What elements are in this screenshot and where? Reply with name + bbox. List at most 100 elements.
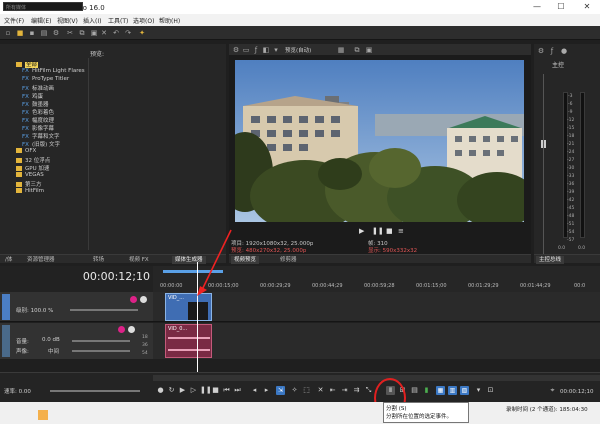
tree-item-all[interactable]: 全部	[16, 60, 39, 68]
audio-mute-icon[interactable]	[128, 326, 135, 333]
prev-frame-icon[interactable]: ◂	[250, 386, 259, 395]
track-fx-icon[interactable]	[130, 296, 137, 303]
audio-fx-icon[interactable]	[118, 326, 125, 333]
record-icon[interactable]: ●	[156, 386, 165, 395]
audio-track-header[interactable]: 音量: 0.0 dB 声像: 中间 18 36 54	[0, 323, 153, 359]
tree-item-folder[interactable]: 32 位浮点	[16, 156, 50, 164]
media-search-field[interactable]: 所有媒体	[3, 2, 83, 11]
trim-start-icon[interactable]: ⇤	[328, 386, 337, 395]
lock-icon[interactable]: ▤	[410, 386, 419, 395]
menu-help[interactable]: 帮助(H)	[159, 16, 180, 25]
video-track-header[interactable]: 级别: 100.0 %	[0, 292, 153, 322]
audio-event-clip[interactable]: VID_0...	[165, 324, 212, 358]
tree-item-fx[interactable]: FX 鸡蛋	[22, 92, 43, 100]
master-fx-icon[interactable]: ƒ	[548, 47, 556, 55]
preview-stop-icon[interactable]: ■	[386, 227, 393, 235]
tree-item-folder[interactable]: HitFilm	[16, 188, 44, 195]
menu-edit[interactable]: 编辑(E)	[31, 16, 51, 25]
rate-slider[interactable]	[50, 390, 140, 392]
next-frame-icon[interactable]: ▸	[262, 386, 271, 395]
properties-gear-icon[interactable]: ⚙	[52, 29, 60, 37]
menu-options[interactable]: 选项(O)	[133, 16, 154, 25]
selection-tool-icon[interactable]: ⬚	[302, 386, 311, 395]
preview-quality-icon[interactable]: ▾	[272, 46, 280, 54]
ripple-icon[interactable]: ⇉	[352, 386, 361, 395]
preview-quality-dropdown[interactable]: 预览(自动)	[285, 46, 311, 54]
ignore-grouping-icon[interactable]: ▧	[460, 386, 469, 395]
tab-video-preview[interactable]: 视频预览	[231, 256, 260, 264]
tree-item-fx[interactable]: FX 鼓墨器	[22, 100, 48, 108]
track-mute-icon[interactable]	[140, 296, 147, 303]
cut-icon[interactable]: ✂	[66, 29, 74, 37]
tab-video-fx[interactable]: 视频 FX	[126, 256, 152, 264]
close-button[interactable]: ✕	[576, 0, 598, 14]
save-icon[interactable]: ▪	[28, 29, 36, 37]
pan-slider[interactable]	[72, 350, 130, 352]
loop-icon[interactable]: ↻	[167, 386, 176, 395]
tree-item-fx[interactable]: FX 色彩着色	[22, 108, 54, 116]
delete-event-icon[interactable]: ✕	[316, 386, 325, 395]
envelope-tool-icon[interactable]: ✧	[290, 386, 299, 395]
tree-item-folder[interactable]: 第三方	[16, 180, 42, 188]
volume-slider[interactable]	[72, 340, 130, 342]
overlays-icon[interactable]: ▦	[337, 46, 345, 54]
go-end-icon[interactable]: ⏭	[233, 386, 242, 395]
tree-item-fx[interactable]: FX 影像字幕	[22, 124, 54, 132]
redo-icon[interactable]: ↷	[124, 29, 132, 37]
play-from-start-icon[interactable]: ▶	[178, 386, 187, 395]
preview-device-icon[interactable]: ▭	[242, 46, 250, 54]
master-mute-icon[interactable]: ●	[560, 47, 568, 55]
marker-icon[interactable]: ▮	[422, 386, 431, 395]
save-snapshot-icon[interactable]: ▣	[365, 46, 373, 54]
tab-trimmer[interactable]: 修剪器	[277, 256, 300, 264]
more-tools-icon[interactable]: ▾	[474, 386, 483, 395]
tree-item-fx[interactable]: FX 标准动画	[22, 84, 54, 92]
snapping-icon[interactable]: ⊡	[486, 386, 495, 395]
video-fx-icon[interactable]: ƒ	[252, 46, 260, 54]
preview-pause-icon[interactable]: ❚❚	[372, 227, 384, 235]
tree-item-fx[interactable]: FX HitFilm Light Flares	[22, 68, 85, 75]
play-icon[interactable]: ▷	[189, 386, 198, 395]
menu-view[interactable]: 视图(V)	[57, 16, 78, 25]
minimize-button[interactable]: —	[526, 0, 548, 14]
tree-item-fx[interactable]: FX ProType Titler	[22, 76, 69, 83]
pause-icon[interactable]: ❚❚	[200, 386, 212, 395]
copy-icon[interactable]: ⧉	[78, 29, 86, 37]
tab-master-bus[interactable]: 主控总线	[536, 256, 565, 264]
go-start-icon[interactable]: ⏮	[222, 386, 231, 395]
render-icon[interactable]: ▤	[40, 29, 48, 37]
menu-tools[interactable]: 工具(T)	[108, 16, 128, 25]
tab-transitions[interactable]: 转场	[90, 256, 107, 264]
tree-item-fx[interactable]: FX 字幕和文字	[22, 132, 59, 140]
tree-item-folder[interactable]: OFX	[16, 148, 36, 155]
taskbar-folder-icon[interactable]	[38, 410, 48, 420]
master-settings-gear-icon[interactable]: ⚙	[537, 47, 545, 55]
timeline-scrollbar[interactable]	[153, 375, 600, 381]
video-level-slider[interactable]	[70, 309, 138, 311]
split-screen-icon[interactable]: ◧	[262, 46, 270, 54]
tab-explorer[interactable]: 资源管理器	[24, 256, 58, 264]
maximize-button[interactable]: ☐	[550, 0, 572, 14]
tree-item-fx[interactable]: FX (旧版) 文字	[22, 140, 60, 148]
preview-play-icon[interactable]: ▶	[359, 227, 364, 235]
tree-item-folder[interactable]: VEGAS	[16, 172, 44, 179]
normal-edit-tool-icon[interactable]: ⇲	[276, 386, 285, 395]
copy-snapshot-icon[interactable]: ⧉	[353, 46, 361, 54]
trim-end-icon[interactable]: ⇥	[340, 386, 349, 395]
preview-menu-icon[interactable]: ≡	[398, 227, 404, 235]
lock-envelopes-icon[interactable]: ▥	[448, 386, 457, 395]
auto-ripple-icon[interactable]: ▦	[436, 386, 445, 395]
open-folder-icon[interactable]: ■	[16, 29, 24, 37]
preview-settings-gear-icon[interactable]: ⚙	[232, 46, 240, 54]
menu-insert[interactable]: 插入(I)	[83, 16, 101, 25]
new-file-icon[interactable]: ▫	[4, 29, 12, 37]
stop-icon[interactable]: ■	[211, 386, 220, 395]
audio-track-lane[interactable]: VID_0...	[153, 323, 600, 359]
menu-file[interactable]: 文件(F)	[4, 16, 24, 25]
snap-toggle-icon[interactable]: ⤡	[364, 386, 373, 395]
undo-icon[interactable]: ↶	[112, 29, 120, 37]
tree-item-folder[interactable]: GPU 加速	[16, 164, 49, 172]
delete-icon[interactable]: ✕	[100, 29, 108, 37]
tree-item-fx[interactable]: FX 幅度纹理	[22, 116, 54, 124]
snap-icon[interactable]: ✦	[138, 29, 146, 37]
